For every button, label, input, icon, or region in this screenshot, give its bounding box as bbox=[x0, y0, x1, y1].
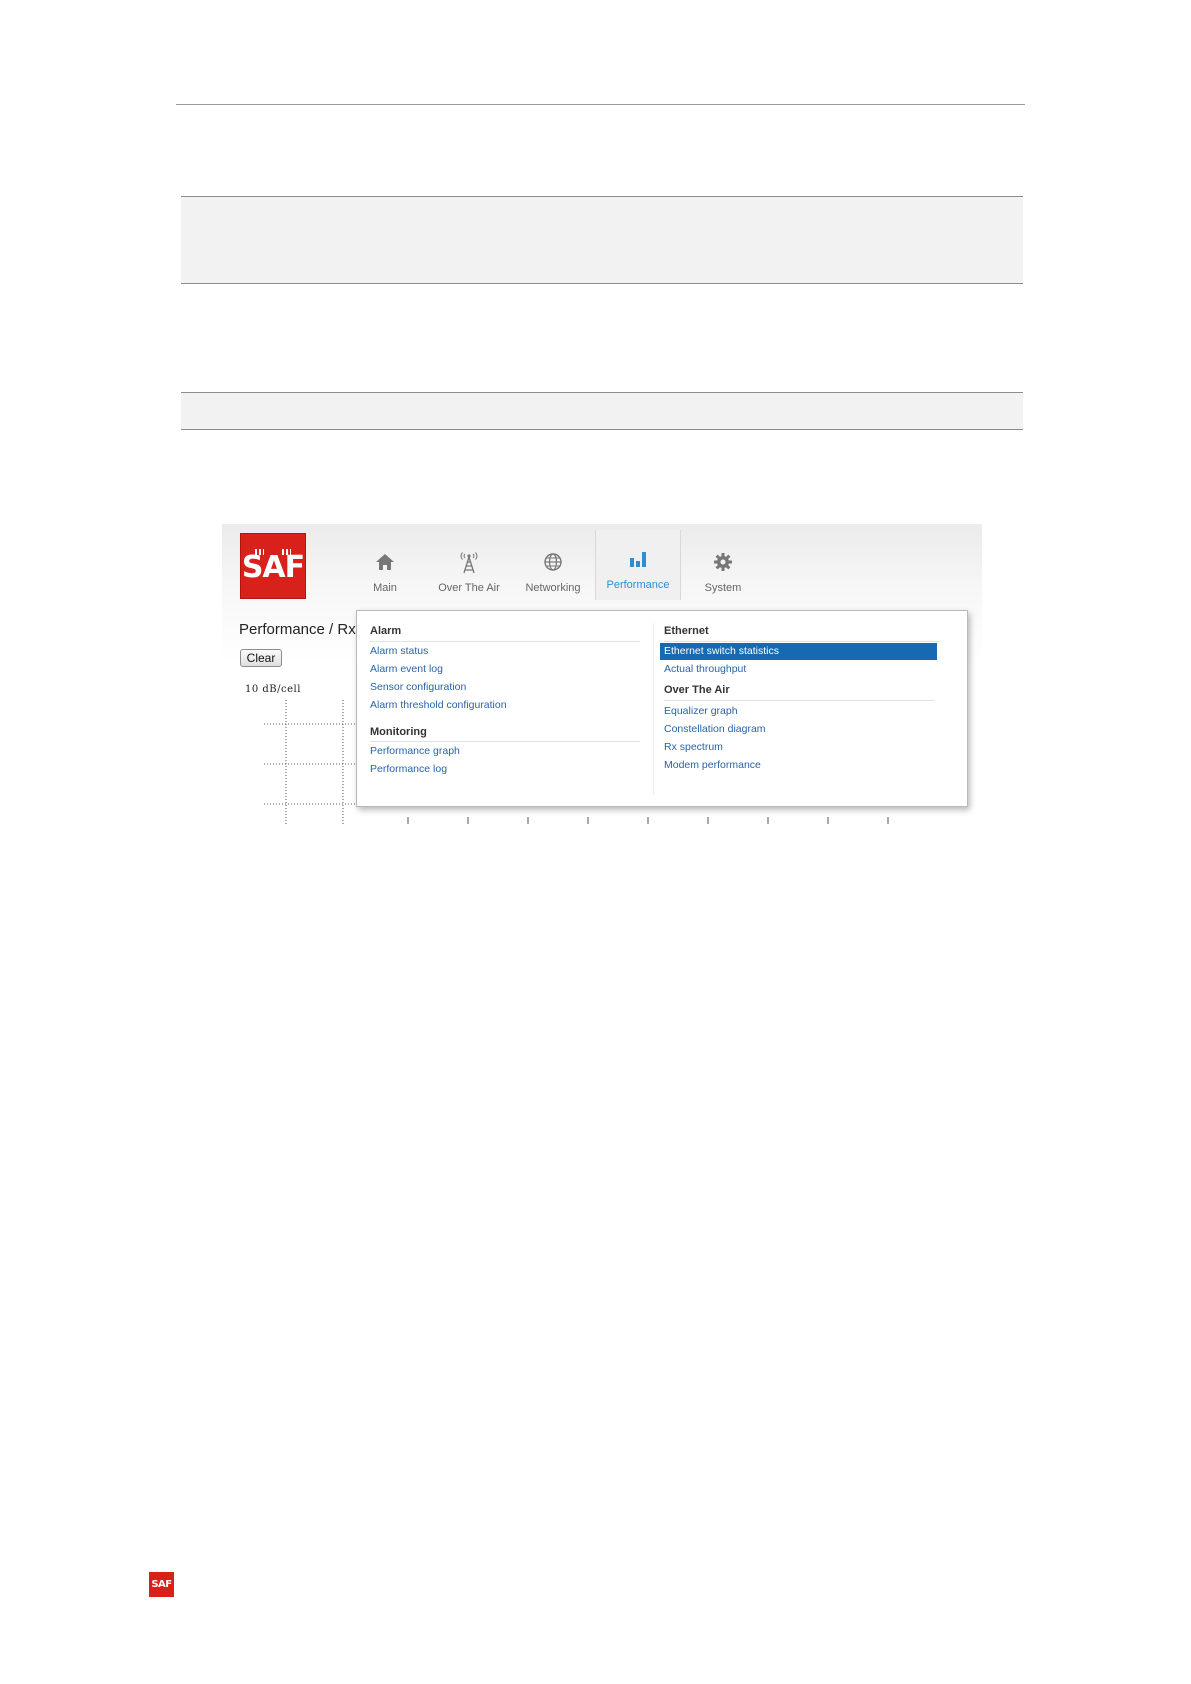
menu-item-equalizer-graph[interactable]: Equalizer graph bbox=[664, 705, 738, 717]
menu-item-alarm-threshold-configuration[interactable]: Alarm threshold configuration bbox=[370, 699, 507, 711]
nav-networking[interactable]: Networking bbox=[511, 530, 595, 600]
menu-column-divider bbox=[653, 623, 654, 795]
menu-item-modem-performance[interactable]: Modem performance bbox=[664, 759, 761, 771]
clear-button[interactable]: Clear bbox=[240, 649, 282, 667]
menu-separator bbox=[664, 700, 934, 701]
menu-heading-ethernet: Ethernet bbox=[664, 625, 709, 637]
home-icon bbox=[376, 554, 394, 570]
nav-system-label: System bbox=[704, 582, 742, 594]
menu-item-actual-throughput[interactable]: Actual throughput bbox=[664, 663, 746, 675]
menu-heading-monitoring: Monitoring bbox=[370, 726, 427, 738]
web-ui-screenshot: SAF Main Over The Air Networking Perform… bbox=[222, 524, 982, 824]
nav-main-label: Main bbox=[373, 582, 397, 594]
chart-scale-label: 10 dB/cell bbox=[245, 684, 301, 695]
nav-networking-label: Networking bbox=[525, 582, 581, 594]
blank-table-band-1 bbox=[181, 196, 1023, 284]
menu-heading-alarm: Alarm bbox=[370, 625, 402, 637]
blank-table-band-2 bbox=[181, 392, 1023, 430]
menu-item-rx-spectrum[interactable]: Rx spectrum bbox=[664, 741, 723, 753]
nav-system[interactable]: System bbox=[681, 530, 765, 600]
menu-item-alarm-event-log[interactable]: Alarm event log bbox=[370, 663, 443, 675]
menu-item-sensor-configuration[interactable]: Sensor configuration bbox=[370, 681, 466, 693]
performance-dropdown-menu: Alarm Alarm status Alarm event log Senso… bbox=[356, 610, 968, 807]
nav-performance[interactable]: Performance bbox=[595, 530, 681, 600]
menu-item-performance-log[interactable]: Performance log bbox=[370, 763, 447, 775]
menu-item-constellation-diagram[interactable]: Constellation diagram bbox=[664, 723, 766, 735]
page-title: Performance / Rx bbox=[239, 621, 356, 638]
menu-item-ethernet-switch-statistics[interactable]: Ethernet switch statistics bbox=[660, 643, 937, 660]
footer-saf-logo: SAF bbox=[149, 1572, 174, 1597]
nav-over-the-air[interactable]: Over The Air bbox=[427, 530, 511, 600]
menu-heading-over-the-air: Over The Air bbox=[664, 684, 730, 696]
menu-separator bbox=[370, 641, 640, 642]
menu-separator bbox=[370, 741, 640, 742]
menu-item-alarm-status[interactable]: Alarm status bbox=[370, 645, 428, 657]
nav-over-the-air-label: Over The Air bbox=[438, 582, 500, 594]
main-nav: Main Over The Air Networking Performance… bbox=[343, 530, 765, 600]
bar-chart-icon bbox=[630, 552, 646, 567]
antenna-icon bbox=[460, 552, 478, 574]
menu-item-performance-graph[interactable]: Performance graph bbox=[370, 745, 460, 757]
page-top-rule bbox=[176, 104, 1025, 105]
logo-text: SAF bbox=[241, 550, 305, 585]
menu-separator bbox=[664, 641, 940, 642]
saf-logo[interactable]: SAF bbox=[240, 533, 306, 599]
globe-icon bbox=[544, 553, 562, 571]
gear-icon bbox=[714, 553, 732, 571]
nav-main[interactable]: Main bbox=[343, 530, 427, 600]
nav-performance-label: Performance bbox=[606, 579, 670, 591]
